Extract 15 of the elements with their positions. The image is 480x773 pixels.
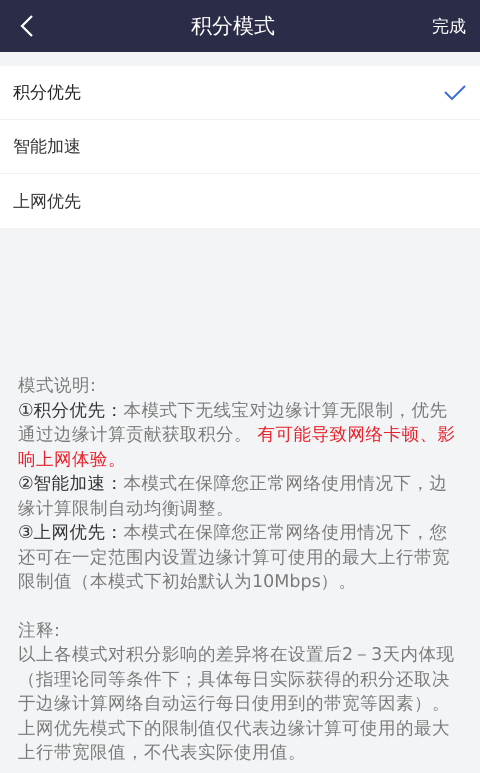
- mode-option[interactable]: 上网优先: [0, 174, 480, 228]
- page-title: 积分模式: [191, 13, 275, 40]
- back-icon: [20, 14, 34, 38]
- done-button[interactable]: 完成: [432, 14, 466, 38]
- mode-description: ②智能加速：本模式在保障您正常网络使用情况下，边缘计算限制自动均衡调整。: [18, 473, 449, 520]
- mode-option[interactable]: 积分优先: [0, 66, 480, 120]
- mode-option[interactable]: 智能加速: [0, 120, 480, 174]
- back-button[interactable]: [20, 14, 34, 38]
- description-heading: 模式说明:: [18, 375, 97, 398]
- notes-heading: 注释:: [18, 620, 61, 642]
- note-paragraph: 上网优先模式下的限制值仅代表边缘计算可使用的最大上行带宽限值，不代表实际使用值。: [18, 718, 451, 765]
- note-paragraph: 以上各模式对积分影响的差异将在设置后2－3天内体现（指理论同等条件下；具体每日实际获得的积分还取决于边缘计算网络自动运行每日使用到的带宽等因素）。: [18, 644, 456, 716]
- checkmark-icon: [444, 84, 466, 100]
- mode-description: ①积分优先：本模式下无线宝对边缘计算无限制，优先通过边缘计算贡献获取积分。 有可能导致网络卡顿、影响上网体验。: [18, 400, 457, 472]
- mode-description: ③上网优先：本模式在保障您正常网络使用情况下，您还可在一定范围内设置边缘计算可使用的最大上行带宽限制值（本模式下初始默认为10Mbps）。: [18, 522, 451, 594]
